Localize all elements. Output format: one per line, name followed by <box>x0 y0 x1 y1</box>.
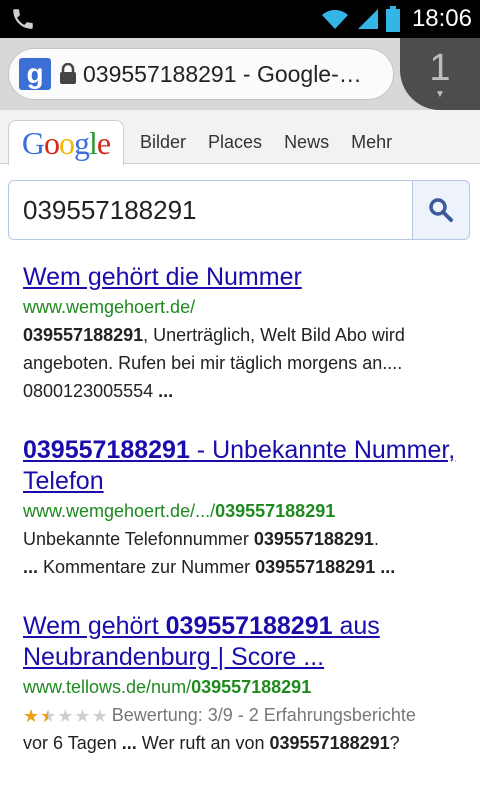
status-bar: 18:06 <box>0 0 480 38</box>
nav-link-places[interactable]: Places <box>208 132 262 153</box>
result-url: www.wemgehoert.de/ <box>23 297 196 317</box>
star-icon: ★ <box>74 706 91 727</box>
star-icon: ★ <box>57 706 74 727</box>
star-icon: ★ <box>40 706 57 727</box>
search-icon <box>429 198 453 222</box>
battery-icon <box>385 6 400 32</box>
address-bar[interactable]: g 039557188291 - Google-… <box>8 48 394 100</box>
nav-link-bilder[interactable]: Bilder <box>140 132 186 153</box>
phone-icon <box>13 9 33 29</box>
browser-toolbar: g 039557188291 - Google-… 1 ▼ <box>0 38 480 110</box>
search-result: 039557188291 - Unbekannte Nummer, Telefo… <box>23 435 468 581</box>
search-result: Wem gehört die Nummer www.wemgehoert.de/… <box>23 262 468 405</box>
google-logo-letter: e <box>96 124 111 161</box>
wifi-icon <box>321 9 348 29</box>
rating-stars: ★ ★ ★ ★ ★ <box>23 707 108 725</box>
signal-icon <box>357 9 378 29</box>
google-logo-tab[interactable]: Google <box>8 120 124 165</box>
result-title-link[interactable]: 039557188291 - Unbekannte Nummer, Telefo… <box>23 435 468 497</box>
star-icon: ★ <box>91 706 108 727</box>
rating-text: Bewertung: 3/9 - 2 Erfahrungsberichte <box>111 705 416 725</box>
star-icon: ★ <box>23 706 40 727</box>
result-url: www.wemgehoert.de/.../039557188291 <box>23 501 336 521</box>
google-favicon-icon: g <box>19 58 51 90</box>
nav-link-mehr[interactable]: Mehr <box>351 132 392 153</box>
status-time: 18:06 <box>411 5 472 32</box>
result-title-link[interactable]: Wem gehört die Nummer <box>23 262 468 293</box>
tab-count: 1 <box>429 46 451 89</box>
lock-icon <box>60 63 76 84</box>
result-rating: ★ ★ ★ ★ ★ Bewertung: 3/9 - 2 Erfahrungsberich… <box>23 701 468 729</box>
google-logo-letter: G <box>21 124 45 161</box>
google-logo-letter: o <box>44 124 60 161</box>
search-result: Wem gehört 039557188291 aus Neubrandenbu… <box>23 611 468 757</box>
result-snippet: Unbekannte Telefonnummer 039557188291. .… <box>23 529 396 577</box>
result-title-link[interactable]: Wem gehört 039557188291 aus Neubrandenbu… <box>23 611 468 673</box>
page-title: 039557188291 - Google-… <box>83 60 362 87</box>
google-logo-letter: o <box>59 124 75 161</box>
result-url: www.tellows.de/num/039557188291 <box>23 677 312 697</box>
google-logo-letter: l <box>89 124 98 161</box>
google-logo: Google <box>21 124 111 162</box>
nav-link-news[interactable]: News <box>284 132 329 153</box>
search-results: Wem gehört die Nummer www.wemgehoert.de/… <box>23 262 468 787</box>
google-nav: Google Bilder Places News Mehr <box>0 110 480 165</box>
nav-links: Bilder Places News Mehr <box>140 132 392 153</box>
search-input[interactable]: 039557188291 <box>8 180 414 240</box>
chevron-down-icon: ▼ <box>435 88 445 100</box>
result-snippet: 039557188291, Unerträglich, Welt Bild Ab… <box>23 325 405 401</box>
search-button[interactable] <box>412 180 470 240</box>
google-logo-letter: g <box>74 124 90 161</box>
result-snippet: vor 6 Tagen ... Wer ruft an von 03955718… <box>23 733 400 753</box>
tabs-button[interactable]: 1 ▼ <box>400 38 480 110</box>
search-box: 039557188291 <box>8 180 470 240</box>
status-icons: 18:06 <box>320 4 472 34</box>
